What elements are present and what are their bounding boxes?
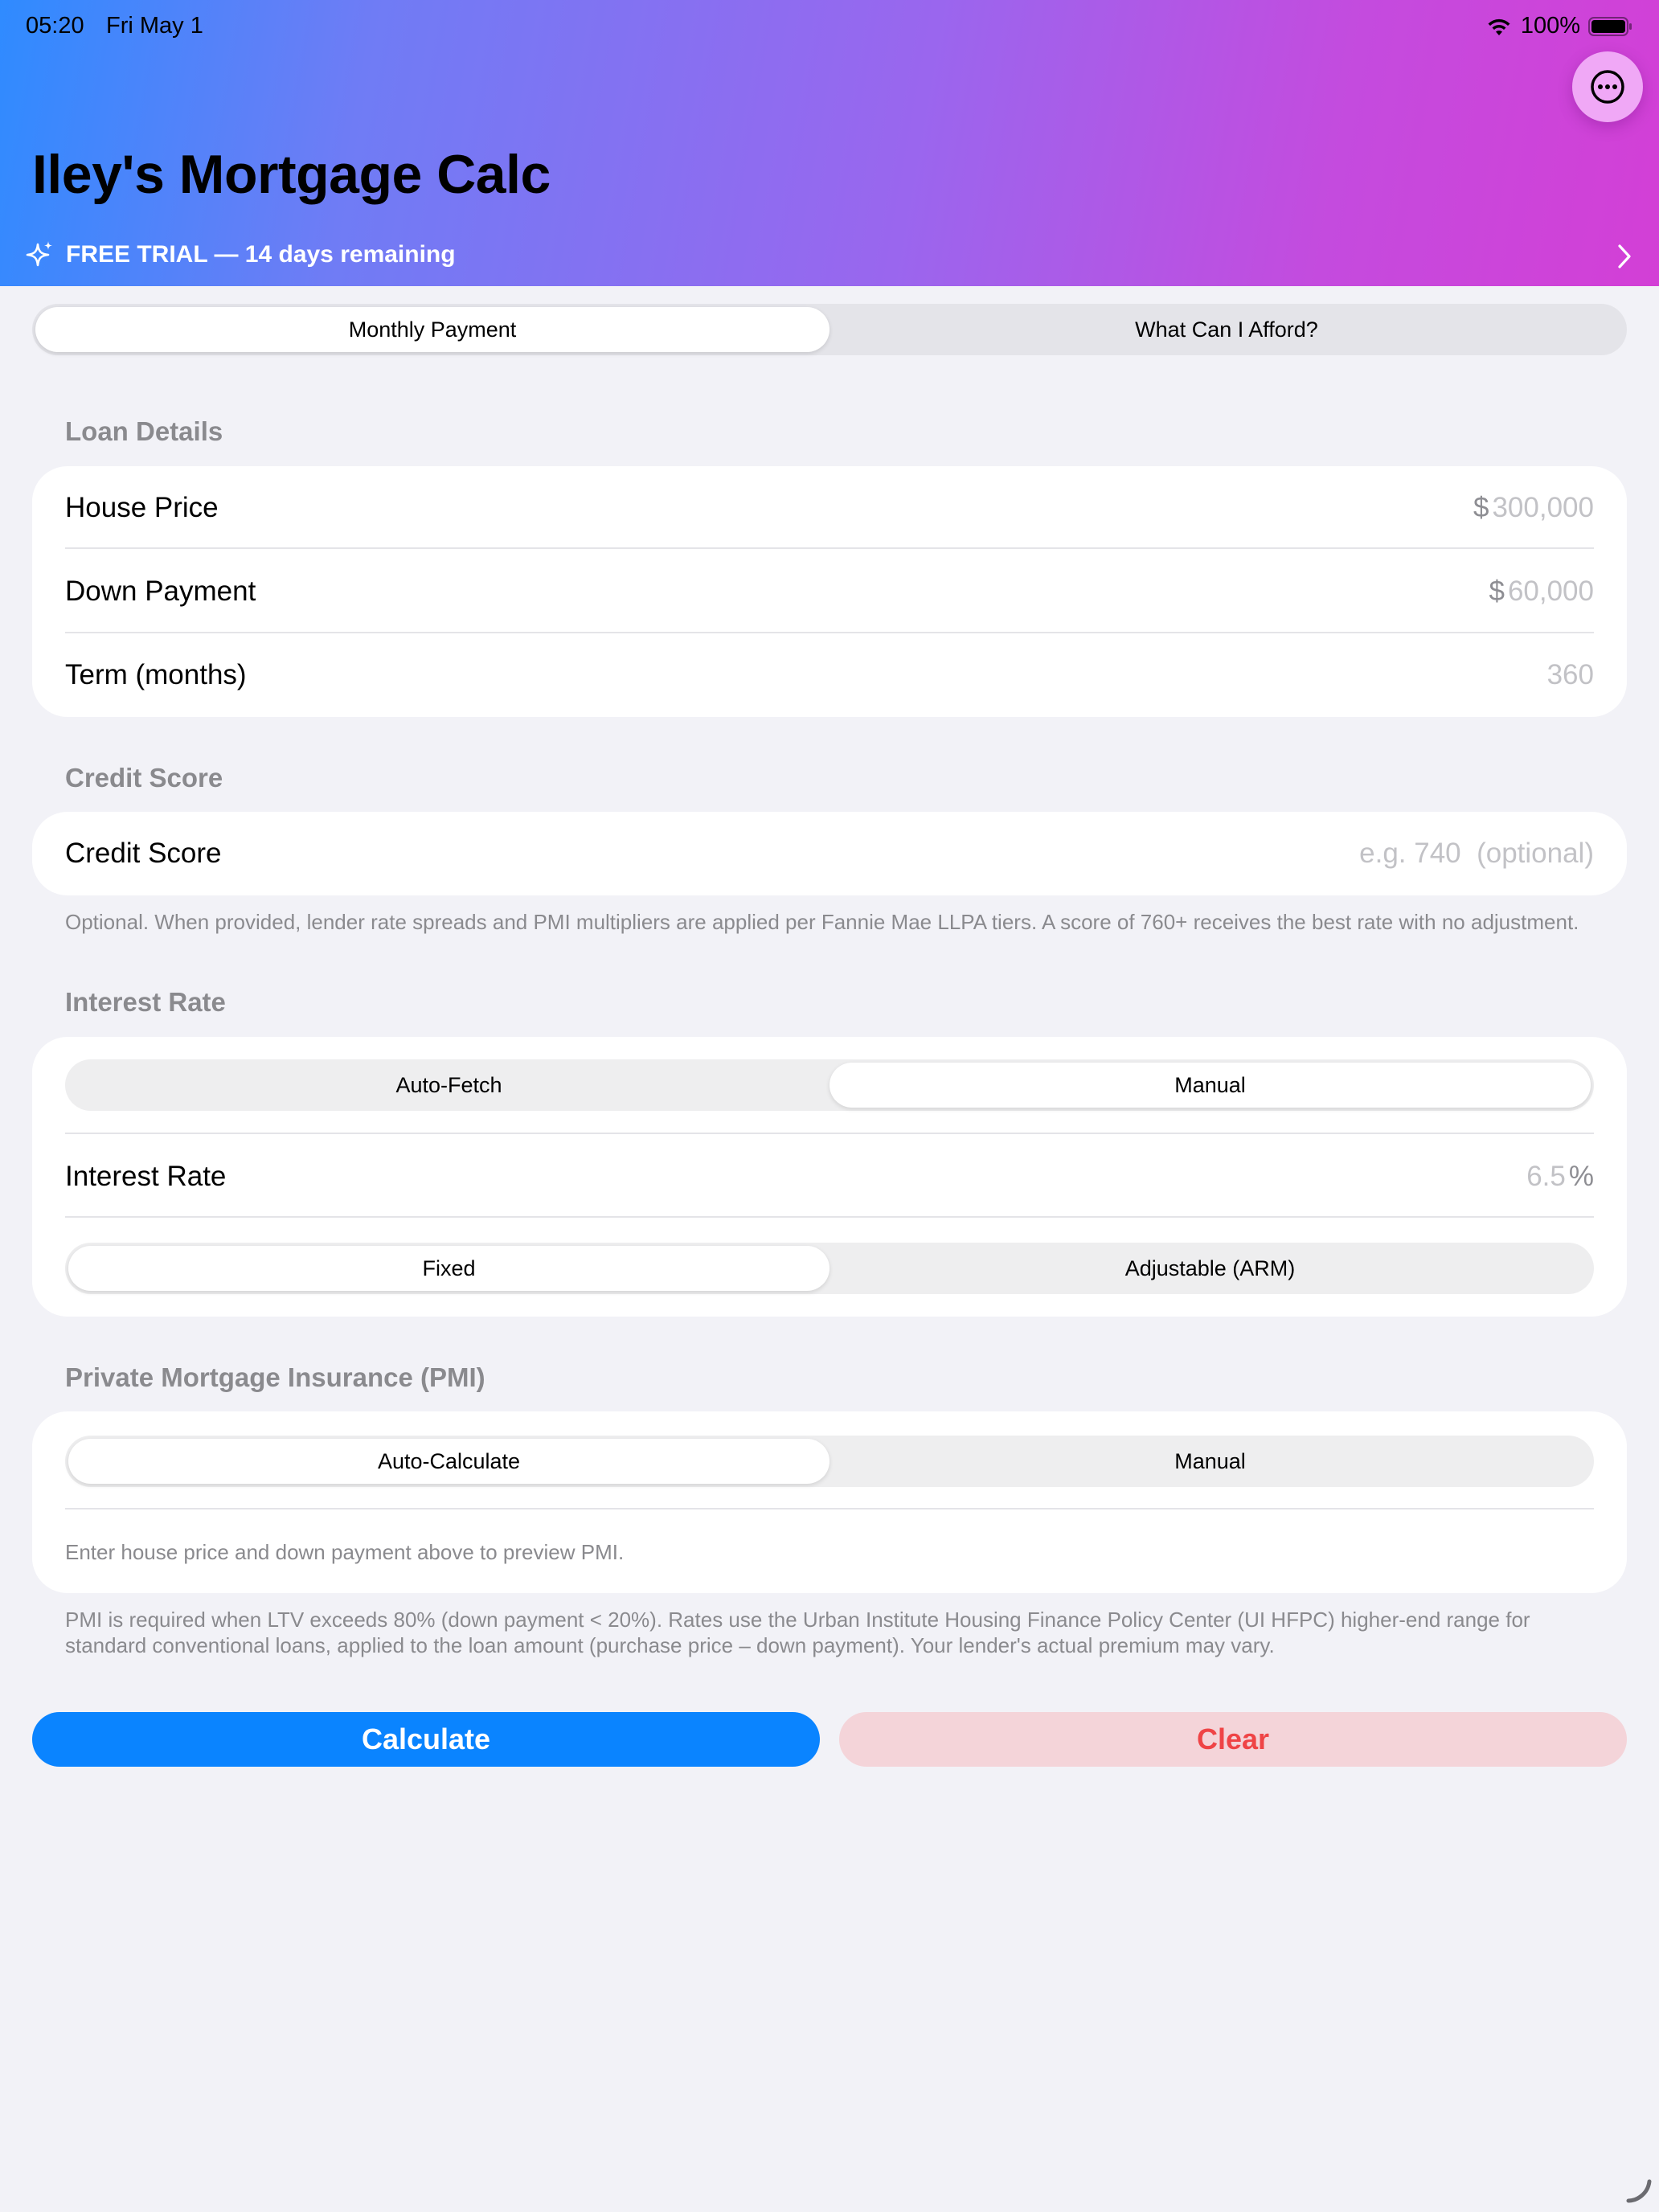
section-title-pmi: Private Mortgage Insurance (PMI) [65,1362,485,1392]
percent-suffix: % [1568,1161,1594,1192]
credit-score-input[interactable]: e.g. 740 (optional) [1359,838,1594,870]
term-row[interactable]: Term (months) 360 [65,633,1594,717]
rate-type-segmented-control: Fixed Adjustable (ARM) [65,1243,1594,1294]
interest-rate-input[interactable]: 6.5% [1526,1161,1594,1193]
house-price-row[interactable]: House Price $300,000 [65,466,1594,550]
mode-segmented-control: Monthly Payment What Can I Afford? [32,304,1627,355]
tab-manual-pmi[interactable]: Manual [830,1439,1591,1484]
term-label: Term (months) [65,659,247,690]
down-payment-label: Down Payment [65,576,256,607]
battery-icon [1588,16,1632,36]
divider [65,1216,1594,1218]
tab-adjustable-arm[interactable]: Adjustable (ARM) [830,1246,1591,1291]
wifi-icon [1488,18,1510,35]
tab-what-can-i-afford[interactable]: What Can I Afford? [830,307,1624,352]
tab-fixed[interactable]: Fixed [68,1246,830,1291]
chevron-right-icon [1618,244,1631,268]
sparkle-icon [26,241,52,267]
resize-handle-icon[interactable] [1625,2177,1653,2204]
credit-score-card: Credit Score e.g. 740 (optional) [32,812,1627,895]
currency-prefix: $ [1489,576,1505,607]
loan-details-card: House Price $300,000 Down Payment $60,00… [32,466,1627,717]
app-title: Iley's Mortgage Calc [32,144,551,205]
status-time: 05:20 [26,13,84,39]
pmi-segmented-control: Auto-Calculate Manual [65,1436,1594,1487]
credit-score-footnote: Optional. When provided, lender rate spr… [65,910,1579,934]
rate-source-segmented-control: Auto-Fetch Manual [65,1059,1594,1111]
battery-percent: 100% [1520,13,1580,39]
clear-button[interactable]: Clear [839,1712,1627,1767]
calculate-button[interactable]: Calculate [32,1712,820,1767]
divider [65,1133,1594,1134]
header: 05:20 Fri May 1 100% Iley's Mortgage Cal… [0,0,1659,286]
credit-score-label: Credit Score [65,838,222,869]
section-title-credit-score: Credit Score [65,763,223,793]
tab-monthly-payment[interactable]: Monthly Payment [35,307,830,352]
house-price-placeholder: 300,000 [1492,492,1594,523]
pmi-preview-note: Enter house price and down payment above… [65,1540,625,1564]
more-options-button[interactable] [1572,51,1643,122]
ellipsis-circle-icon [1591,70,1624,104]
term-input[interactable]: 360 [1547,659,1594,691]
status-date: Fri May 1 [106,13,203,39]
free-trial-banner[interactable]: FREE TRIAL — 14 days remaining [0,233,1659,278]
interest-rate-card: Auto-Fetch Manual Interest Rate 6.5% Fix… [32,1037,1627,1317]
status-bar: 05:20 Fri May 1 100% [0,0,1659,51]
currency-prefix: $ [1473,492,1489,523]
status-indicators: 100% [1485,13,1633,39]
house-price-input[interactable]: $300,000 [1473,492,1594,524]
down-payment-input[interactable]: $60,000 [1489,576,1594,608]
divider [65,1508,1594,1509]
credit-score-row[interactable]: Credit Score e.g. 740 (optional) [65,812,1594,895]
interest-rate-label: Interest Rate [65,1161,227,1192]
tab-manual-rate[interactable]: Manual [830,1063,1591,1108]
down-payment-placeholder: 60,000 [1507,576,1594,607]
interest-rate-placeholder: 6.5 [1526,1161,1566,1192]
section-title-loan-details: Loan Details [65,416,223,446]
tab-auto-calculate[interactable]: Auto-Calculate [68,1439,830,1484]
pmi-footnote: PMI is required when LTV exceeds 80% (do… [65,1608,1530,1657]
interest-rate-row[interactable]: Interest Rate 6.5% [65,1135,1594,1219]
tab-auto-fetch[interactable]: Auto-Fetch [68,1063,830,1108]
section-title-interest-rate: Interest Rate [65,987,226,1017]
down-payment-row[interactable]: Down Payment $60,000 [65,550,1594,633]
free-trial-text: FREE TRIAL — 14 days remaining [66,241,456,268]
pmi-card: Auto-Calculate Manual Enter house price … [32,1411,1627,1593]
house-price-label: House Price [65,492,219,523]
divider [65,547,1594,549]
